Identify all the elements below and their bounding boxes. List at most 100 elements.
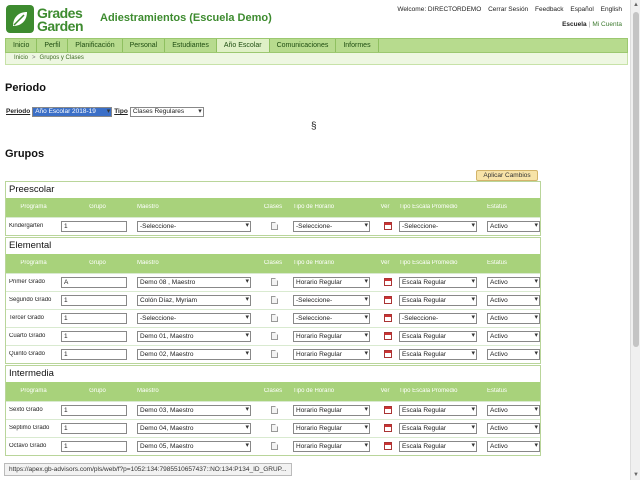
document-icon[interactable] <box>271 313 278 322</box>
section-elemental: Elemental Programa Grupo Maestro Clases Tipo … <box>5 237 541 364</box>
horario-select[interactable]: Horario Regular <box>293 423 370 434</box>
escala-select[interactable]: Escala Regular <box>399 277 477 288</box>
my-account-link[interactable]: Mi Cuenta <box>592 21 622 28</box>
vertical-scrollbar[interactable]: ▲ ▼ <box>630 0 640 480</box>
document-icon[interactable] <box>271 295 278 304</box>
maestro-select[interactable]: Demo 04, Maestro <box>137 423 251 434</box>
escala-select[interactable]: Escala Regular <box>399 295 477 306</box>
calendar-icon[interactable] <box>384 349 392 358</box>
leaf-logo-icon <box>6 5 34 33</box>
escala-cell: Escala Regular <box>396 441 484 452</box>
horario-select[interactable]: Horario Regular <box>293 405 370 416</box>
feedback-link[interactable]: Feedback <box>535 6 564 13</box>
periodo-select[interactable]: Año Escolar 2018-19 <box>32 106 113 117</box>
apply-changes-button[interactable]: Aplicar Cambios <box>476 170 538 181</box>
scroll-thumb[interactable] <box>633 12 639 347</box>
document-icon[interactable] <box>271 331 278 340</box>
table-row: Segundo Grado 1 Colón Díaz, Myriam -Selecci… <box>6 291 540 309</box>
horario-select[interactable]: Horario Regular <box>293 277 370 288</box>
table-row: Primer Grado A Demo 08 , Maestro Horario Re… <box>6 273 540 291</box>
estatus-select[interactable]: Activo <box>487 331 540 342</box>
maestro-select[interactable]: Demo 03, Maestro <box>137 405 251 416</box>
horario-select[interactable]: Horario Regular <box>293 331 370 342</box>
escala-select[interactable]: -Seleccione- <box>399 221 477 232</box>
estatus-select[interactable]: Activo <box>487 405 540 416</box>
grupo-input[interactable]: A <box>61 277 127 288</box>
nav-tab-personal[interactable]: Personal <box>123 39 166 52</box>
calendar-icon[interactable] <box>384 331 392 340</box>
scroll-up-icon[interactable]: ▲ <box>631 0 640 10</box>
escala-select[interactable]: -Seleccione- <box>399 313 477 324</box>
escala-select[interactable]: Escala Regular <box>399 349 477 360</box>
maestro-cell: -Seleccione- <box>134 313 256 324</box>
estatus-select[interactable]: Activo <box>487 441 540 452</box>
grades-garden-logo[interactable]: Grades Garden <box>6 5 92 35</box>
grupo-input[interactable]: 1 <box>61 349 127 360</box>
escala-select[interactable]: Escala Regular <box>399 331 477 342</box>
calendar-icon[interactable] <box>384 221 392 230</box>
nav-tab-informes[interactable]: Informes <box>336 39 379 52</box>
estatus-select[interactable]: Activo <box>487 423 540 434</box>
maestro-select[interactable]: Demo 05, Maestro <box>137 441 251 452</box>
breadcrumb-home[interactable]: Inicio <box>14 55 28 61</box>
nav-tab-planificacion[interactable]: Planificación <box>68 39 123 52</box>
calendar-icon[interactable] <box>384 423 392 432</box>
grupo-input[interactable]: 1 <box>61 441 127 452</box>
horario-select[interactable]: Horario Regular <box>293 441 370 452</box>
estatus-select[interactable]: Activo <box>487 221 540 232</box>
estatus-select[interactable]: Activo <box>487 295 540 306</box>
grupo-cell: 1 <box>58 331 134 342</box>
estatus-select[interactable]: Activo <box>487 313 540 324</box>
maestro-select[interactable]: Demo 01, Maestro <box>137 331 251 342</box>
document-icon[interactable] <box>271 441 278 450</box>
nav-tab-ano-escolar[interactable]: Año Escolar <box>216 39 270 52</box>
grupo-input[interactable]: 1 <box>61 423 127 434</box>
calendar-icon[interactable] <box>384 295 392 304</box>
estatus-cell: Activo <box>484 277 540 288</box>
nav-tab-estudiantes[interactable]: Estudiantes <box>165 39 217 52</box>
nav-tab-perfil[interactable]: Perfil <box>37 39 69 52</box>
grupo-input[interactable]: 1 <box>61 295 127 306</box>
horario-select[interactable]: -Seleccione- <box>293 221 370 232</box>
logout-link[interactable]: Cerrar Sesión <box>488 6 528 13</box>
grupo-input[interactable]: 1 <box>61 313 127 324</box>
spanish-link[interactable]: Español <box>570 6 594 13</box>
scroll-down-icon[interactable]: ▼ <box>631 470 640 480</box>
maestro-select[interactable]: Colón Díaz, Myriam <box>137 295 251 306</box>
maestro-select[interactable]: -Seleccione- <box>137 221 251 232</box>
horario-select[interactable]: Horario Regular <box>293 349 370 360</box>
column-header-clases: Clases <box>263 204 283 210</box>
escala-select[interactable]: Escala Regular <box>399 441 477 452</box>
document-icon[interactable] <box>271 221 278 230</box>
escala-select[interactable]: Escala Regular <box>399 423 477 434</box>
section-title: Intermedia <box>6 366 540 382</box>
tipo-select[interactable]: Clases Regulares <box>129 106 204 117</box>
horario-cell: -Seleccione- <box>290 295 374 306</box>
estatus-select[interactable]: Activo <box>487 277 540 288</box>
maestro-select[interactable]: -Seleccione- <box>137 313 251 324</box>
document-icon[interactable] <box>271 405 278 414</box>
escala-cell: Escala Regular <box>396 277 484 288</box>
calendar-icon[interactable] <box>384 405 392 414</box>
calendar-icon[interactable] <box>384 441 392 450</box>
grupo-input[interactable]: 1 <box>61 405 127 416</box>
horario-select[interactable]: -Seleccione- <box>293 295 370 306</box>
grupo-cell: A <box>58 277 134 288</box>
maestro-select[interactable]: Demo 08 , Maestro <box>137 277 251 288</box>
nav-tab-inicio[interactable]: Inicio <box>6 39 38 52</box>
horario-select[interactable]: -Seleccione- <box>293 313 370 324</box>
maestro-select[interactable]: Demo 02, Maestro <box>137 349 251 360</box>
document-icon[interactable] <box>271 423 278 432</box>
english-link[interactable]: English <box>601 6 622 13</box>
estatus-select[interactable]: Activo <box>487 349 540 360</box>
maestro-cell: Demo 04, Maestro <box>134 423 256 434</box>
document-icon[interactable] <box>271 349 278 358</box>
grupo-input[interactable]: 1 <box>61 331 127 342</box>
document-icon[interactable] <box>271 277 278 286</box>
grupo-input[interactable]: 1 <box>61 221 127 232</box>
calendar-icon[interactable] <box>384 277 392 286</box>
nav-tab-comunicaciones[interactable]: Comunicaciones <box>270 39 337 52</box>
calendar-icon[interactable] <box>384 313 392 322</box>
school-label[interactable]: Escuela <box>562 21 587 28</box>
escala-select[interactable]: Escala Regular <box>399 405 477 416</box>
